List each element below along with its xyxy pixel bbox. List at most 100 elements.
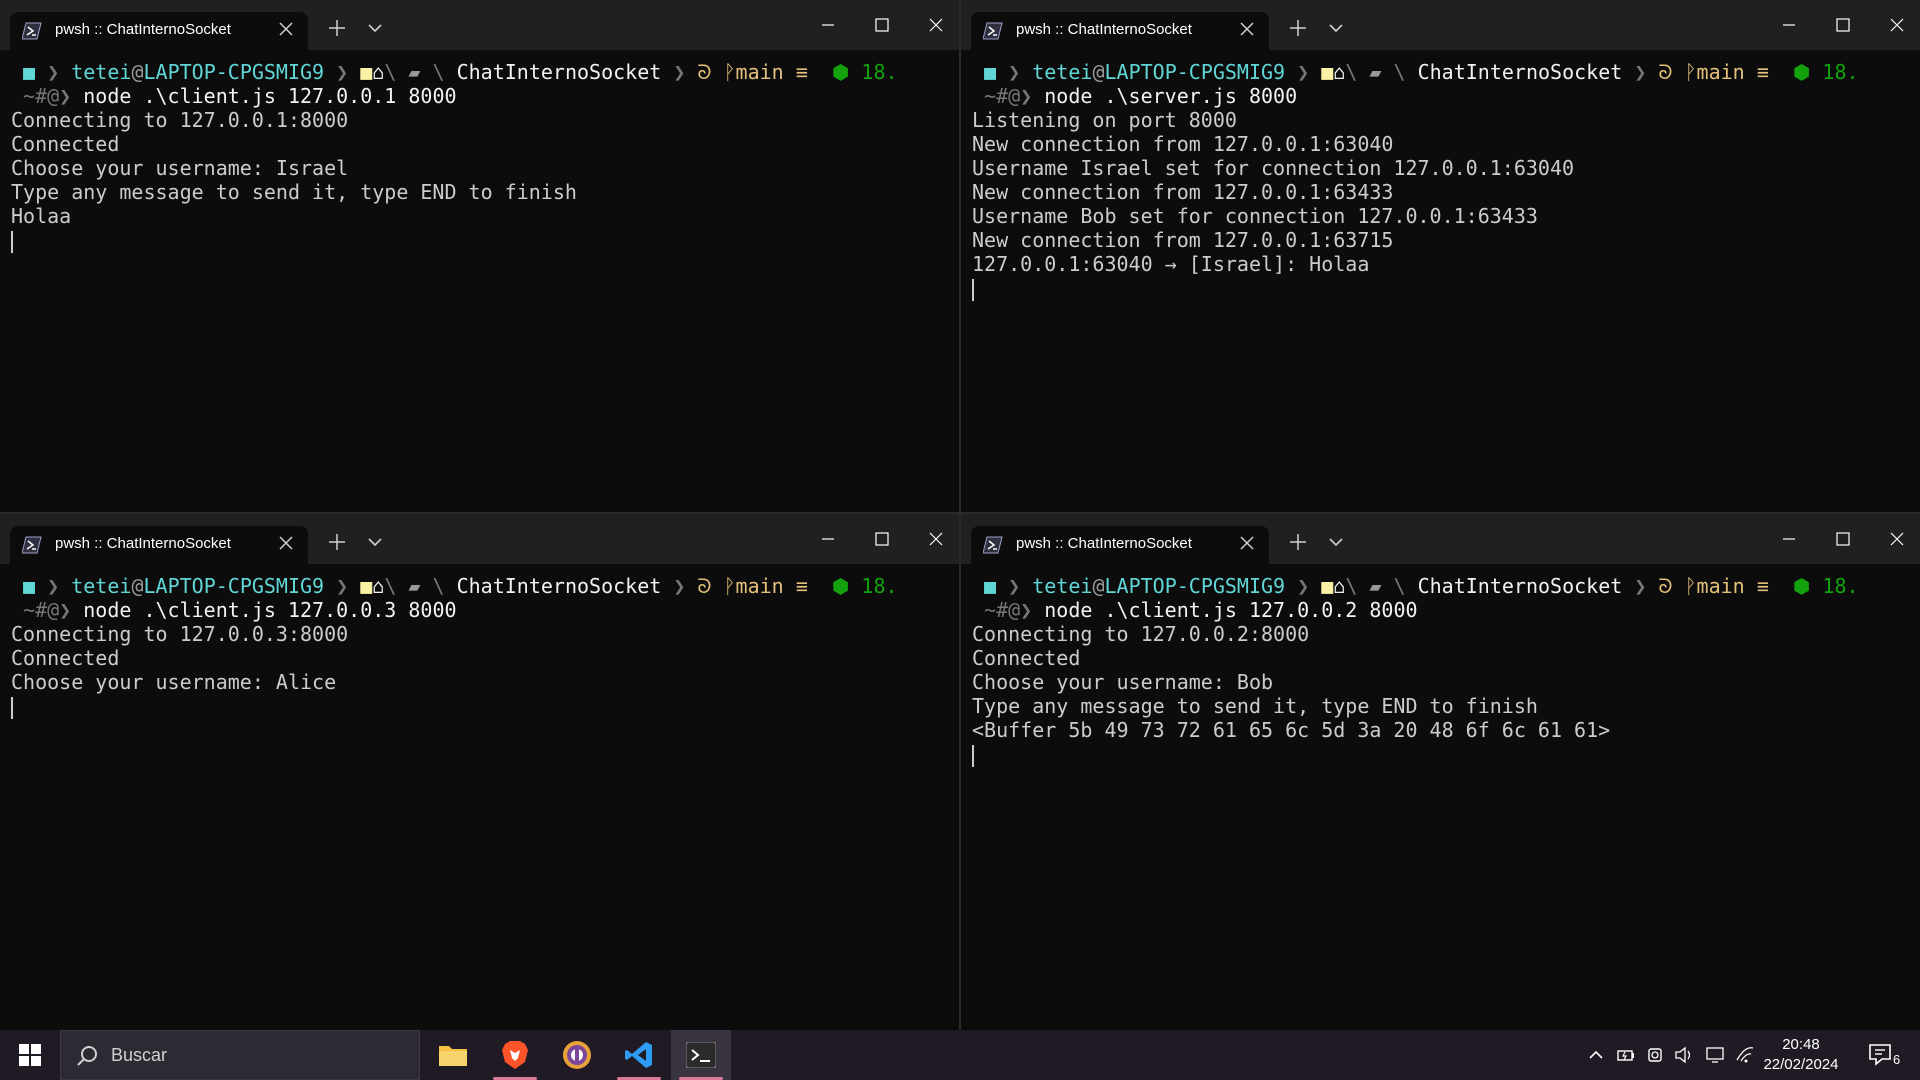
windows-logo-icon [19,1044,41,1066]
taskbar-windows-terminal[interactable] [671,1030,731,1080]
powershell-icon [983,536,1003,554]
close-tab-icon[interactable] [278,535,294,551]
terminal-output[interactable]: ■ ❯ tetei@LAPTOP-CPGSMIG9 ❯ ■⌂\ ▰ \ Chat… [961,50,1920,512]
clock-date: 22/02/2024 [1763,1056,1839,1073]
folder-open-icon: ▰ [1369,574,1382,598]
text-cursor [972,744,974,767]
terminal-output[interactable]: ■ ❯ tetei@LAPTOP-CPGSMIG9 ❯ ■⌂\ ▰ \ Chat… [961,564,1920,1026]
maximize-icon[interactable] [1820,0,1866,50]
command-text: node .\server.js 8000 [1044,84,1298,108]
output-line: Listening on port 8000 [972,108,1237,132]
new-tab-plus-icon[interactable] [326,17,348,39]
close-window-icon[interactable] [1874,514,1920,564]
chevron-down-icon[interactable] [366,21,384,35]
output-line: Holaa [11,204,72,228]
search-icon [77,1046,97,1066]
input-prefix: ~#@ [23,598,60,622]
prompt-at: @ [1092,60,1105,84]
new-tab-plus-icon[interactable] [326,531,348,553]
prompt-branch-status: ≡ [1756,574,1769,598]
maximize-icon[interactable] [1820,514,1866,564]
tor-onion-icon [563,1041,591,1069]
terminal-tab[interactable]: pwsh :: ChatInternoSocket [971,12,1269,50]
command-text: node .\client.js 127.0.0.2 8000 [1044,598,1418,622]
prompt-host: LAPTOP-CPGSMIG9 [1104,574,1286,598]
title-bar[interactable]: pwsh :: ChatInternoSocket [961,514,1920,564]
title-bar[interactable]: pwsh :: ChatInternoSocket [0,514,959,564]
github-icon: ᘐ [697,60,724,84]
title-bar[interactable]: pwsh :: ChatInternoSocket [961,0,1920,50]
folder-icon: ■ [1321,60,1334,84]
taskbar-search-box[interactable]: Buscar [60,1030,420,1080]
git-branch-icon: ᚹ [1684,574,1697,598]
terminal-window-top-left[interactable]: pwsh :: ChatInternoSocket ■ ❯ tetei@LAPT… [0,0,959,512]
display-icon[interactable] [1705,1045,1725,1065]
output-line: <Buffer 5b 49 73 72 61 65 6c 5d 3a 20 48… [972,718,1611,742]
new-tab-plus-icon[interactable] [1287,531,1309,553]
title-bar[interactable]: pwsh :: ChatInternoSocket [0,0,959,50]
text-cursor [11,230,13,253]
output-line: Connected [11,646,120,670]
notification-center-icon[interactable] [1866,1040,1896,1070]
terminal-window-top-right[interactable]: pwsh :: ChatInternoSocket ■ ❯ tetei@LAPT… [961,0,1920,512]
output-line: Connecting to 127.0.0.2:8000 [972,622,1310,646]
output-line: Choose your username: Alice [11,670,337,694]
terminal-window-bottom-left[interactable]: pwsh :: ChatInternoSocket ■ ❯ tetei@LAPT… [0,514,959,1026]
taskbar-file-explorer[interactable] [423,1030,483,1080]
prompt-user: tetei [1032,574,1093,598]
wifi-icon[interactable] [1735,1045,1755,1065]
terminal-tab[interactable]: pwsh :: ChatInternoSocket [971,526,1269,564]
tab-title: pwsh :: ChatInternoSocket [55,535,231,552]
maximize-icon[interactable] [859,0,905,50]
folder-open-icon: ▰ [408,60,421,84]
output-line: Type any message to send it, type END to… [11,180,577,204]
output-line: Connected [972,646,1081,670]
tab-title: pwsh :: ChatInternoSocket [55,21,231,38]
close-window-icon[interactable] [1874,0,1920,50]
windows-icon: ■ [984,574,997,598]
taskbar-tor-browser[interactable] [547,1030,607,1080]
terminal-tab[interactable]: pwsh :: ChatInternoSocket [10,526,308,564]
prompt-branch: main [735,60,784,84]
taskbar-clock[interactable]: 20:48 22/02/2024 [1755,1035,1847,1075]
command-line: ~#@❯ node .\client.js 127.0.0.3 8000 [23,598,457,622]
camera-icon[interactable] [1646,1045,1666,1065]
prompt-branch-status: ≡ [795,60,808,84]
prompt-line: ■ ❯ tetei@LAPTOP-CPGSMIG9 ❯ ■⌂\ ▰ \ Chat… [984,60,1859,84]
close-window-icon[interactable] [913,0,959,50]
chevron-up-icon[interactable] [1586,1045,1606,1065]
new-tab-plus-icon[interactable] [1287,17,1309,39]
output-line: New connection from 127.0.0.1:63715 [972,228,1394,252]
folder-open-icon: ▰ [1369,60,1382,84]
close-tab-icon[interactable] [1239,535,1255,551]
close-window-icon[interactable] [913,514,959,564]
prompt-user: tetei [71,574,132,598]
folder-icon [439,1046,467,1066]
output-line: Username Israel set for connection 127.0… [972,156,1575,180]
prompt-folder: ChatInternoSocket [456,574,662,598]
terminal-tab[interactable]: pwsh :: ChatInternoSocket [10,12,308,50]
prompt-node-version: 18. [1822,574,1859,598]
minimize-icon[interactable] [805,0,851,50]
maximize-icon[interactable] [859,514,905,564]
taskbar-brave-browser[interactable] [485,1030,545,1080]
terminal-window-bottom-right[interactable]: pwsh :: ChatInternoSocket ■ ❯ tetei@LAPT… [961,514,1920,1026]
tab-title: pwsh :: ChatInternoSocket [1016,535,1192,552]
minimize-icon[interactable] [1766,514,1812,564]
chevron-down-icon[interactable] [366,535,384,549]
prompt-host: LAPTOP-CPGSMIG9 [143,60,325,84]
minimize-icon[interactable] [1766,0,1812,50]
terminal-output[interactable]: ■ ❯ tetei@LAPTOP-CPGSMIG9 ❯ ■⌂\ ▰ \ Chat… [0,564,959,1026]
close-tab-icon[interactable] [278,21,294,37]
close-tab-icon[interactable] [1239,21,1255,37]
terminal-output[interactable]: ■ ❯ tetei@LAPTOP-CPGSMIG9 ❯ ■⌂\ ▰ \ Chat… [0,50,959,512]
battery-icon[interactable] [1616,1045,1636,1065]
windows-icon: ■ [23,574,36,598]
prompt-node-version: 18. [1822,60,1859,84]
taskbar-vscode[interactable] [609,1030,669,1080]
chevron-down-icon[interactable] [1327,21,1345,35]
minimize-icon[interactable] [805,514,851,564]
chevron-down-icon[interactable] [1327,535,1345,549]
volume-icon[interactable] [1674,1045,1694,1065]
start-button[interactable] [0,1030,60,1080]
